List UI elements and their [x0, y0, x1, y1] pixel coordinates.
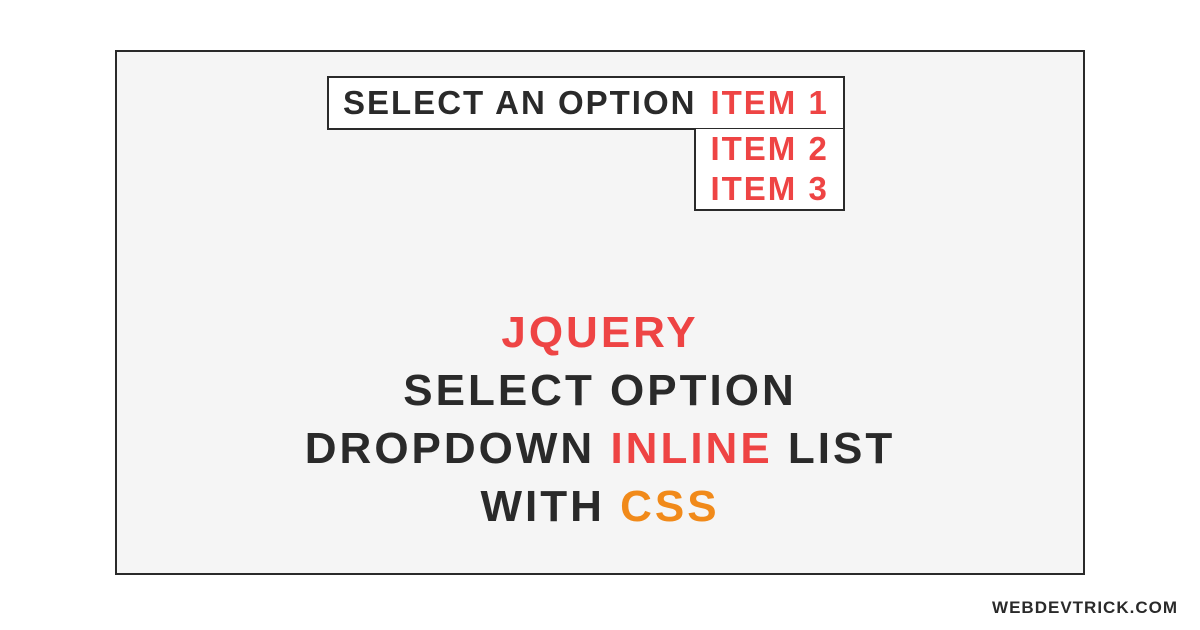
title-word-list: LIST	[788, 424, 895, 473]
title-word-css: CSS	[620, 482, 719, 531]
dropdown-list: ITEM 2 ITEM 3	[694, 129, 844, 211]
title-word-with: WITH	[480, 482, 604, 531]
select-value: ITEM 1	[710, 84, 828, 122]
title-word-jquery: JQUERY	[501, 308, 698, 357]
dropdown-container: SELECT AN OPTION ITEM 1 ITEM 2 ITEM 3	[327, 76, 845, 130]
watermark: WEBDEVTRICK.COM	[992, 598, 1178, 618]
demo-frame: SELECT AN OPTION ITEM 1 ITEM 2 ITEM 3 JQ…	[115, 50, 1085, 575]
select-box[interactable]: SELECT AN OPTION ITEM 1	[327, 76, 845, 130]
dropdown-item-2[interactable]: ITEM 2	[696, 129, 842, 169]
dropdown-item-3[interactable]: ITEM 3	[696, 169, 842, 209]
select-label: SELECT AN OPTION	[343, 84, 696, 122]
title-word-dropdown: DROPDOWN	[305, 424, 595, 473]
title-word-inline: INLINE	[610, 424, 772, 473]
title-block: JQUERY SELECT OPTION DROPDOWN INLINE LIS…	[117, 304, 1083, 536]
title-word-select-option: SELECT OPTION	[403, 366, 796, 415]
